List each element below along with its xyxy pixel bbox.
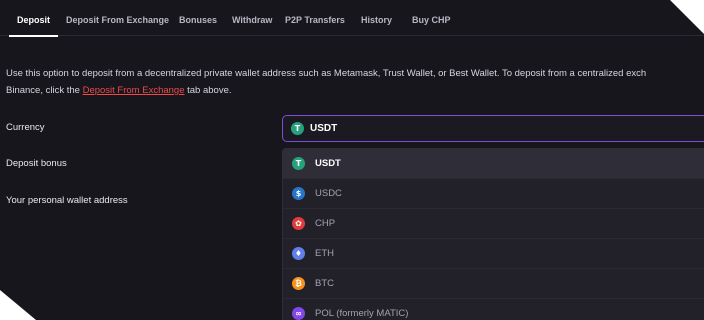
deposit-instructions: Use this option to deposit from a decent… xyxy=(6,65,704,99)
currency-selected-value: USDT xyxy=(310,123,338,134)
deposit-bonus-label: Deposit bonus xyxy=(6,158,67,169)
tab-bonuses[interactable]: Bonuses xyxy=(179,0,217,36)
bitcoin-icon: ₿ xyxy=(292,277,305,290)
currency-dropdown: T USDT $ USDC ✿ CHP ♦ ETH ₿ BTC ∞ POL (f… xyxy=(282,148,704,320)
currency-select[interactable]: T USDT xyxy=(282,115,704,142)
wallet-address-label: Your personal wallet address xyxy=(6,195,128,206)
option-label: USDT xyxy=(315,158,341,169)
tether-icon: T xyxy=(292,157,305,170)
deposit-from-exchange-link[interactable]: Deposit From Exchange xyxy=(83,85,185,96)
currency-option-usdt[interactable]: T USDT xyxy=(283,149,704,179)
currency-option-btc[interactable]: ₿ BTC xyxy=(283,269,704,299)
tab-p2p-transfers[interactable]: P2P Transfers xyxy=(285,0,345,36)
currency-option-chp[interactable]: ✿ CHP xyxy=(283,209,704,239)
usdc-icon: $ xyxy=(292,187,305,200)
option-label: POL (formerly MATIC) xyxy=(315,308,409,319)
currency-option-pol[interactable]: ∞ POL (formerly MATIC) xyxy=(283,299,704,320)
chp-icon: ✿ xyxy=(292,217,305,230)
instructions-line-1: Use this option to deposit from a decent… xyxy=(6,68,647,79)
currency-option-eth[interactable]: ♦ ETH xyxy=(283,239,704,269)
tab-withdraw[interactable]: Withdraw xyxy=(232,0,272,36)
option-label: CHP xyxy=(315,218,336,229)
option-label: ETH xyxy=(315,248,334,259)
instructions-line-2: Binance, click the Deposit From Exchange… xyxy=(6,82,704,99)
ethereum-icon: ♦ xyxy=(292,247,305,260)
instructions-text-end: tab above. xyxy=(184,85,232,96)
tether-icon: T xyxy=(291,122,304,135)
polygon-icon: ∞ xyxy=(292,307,305,320)
currency-option-usdc[interactable]: $ USDC xyxy=(283,179,704,209)
option-label: USDC xyxy=(315,188,342,199)
tab-buy-chp[interactable]: Buy CHP xyxy=(412,0,451,36)
deposit-tabs: Deposit Deposit From Exchange Bonuses Wi… xyxy=(0,0,704,37)
tab-deposit-from-exchange[interactable]: Deposit From Exchange xyxy=(66,0,169,36)
option-label: BTC xyxy=(315,278,334,289)
tab-history[interactable]: History xyxy=(361,0,392,36)
corner-decoration xyxy=(0,290,36,320)
instructions-text: Binance, click the xyxy=(6,85,83,96)
currency-label: Currency xyxy=(6,122,45,133)
tab-deposit[interactable]: Deposit xyxy=(8,0,59,37)
